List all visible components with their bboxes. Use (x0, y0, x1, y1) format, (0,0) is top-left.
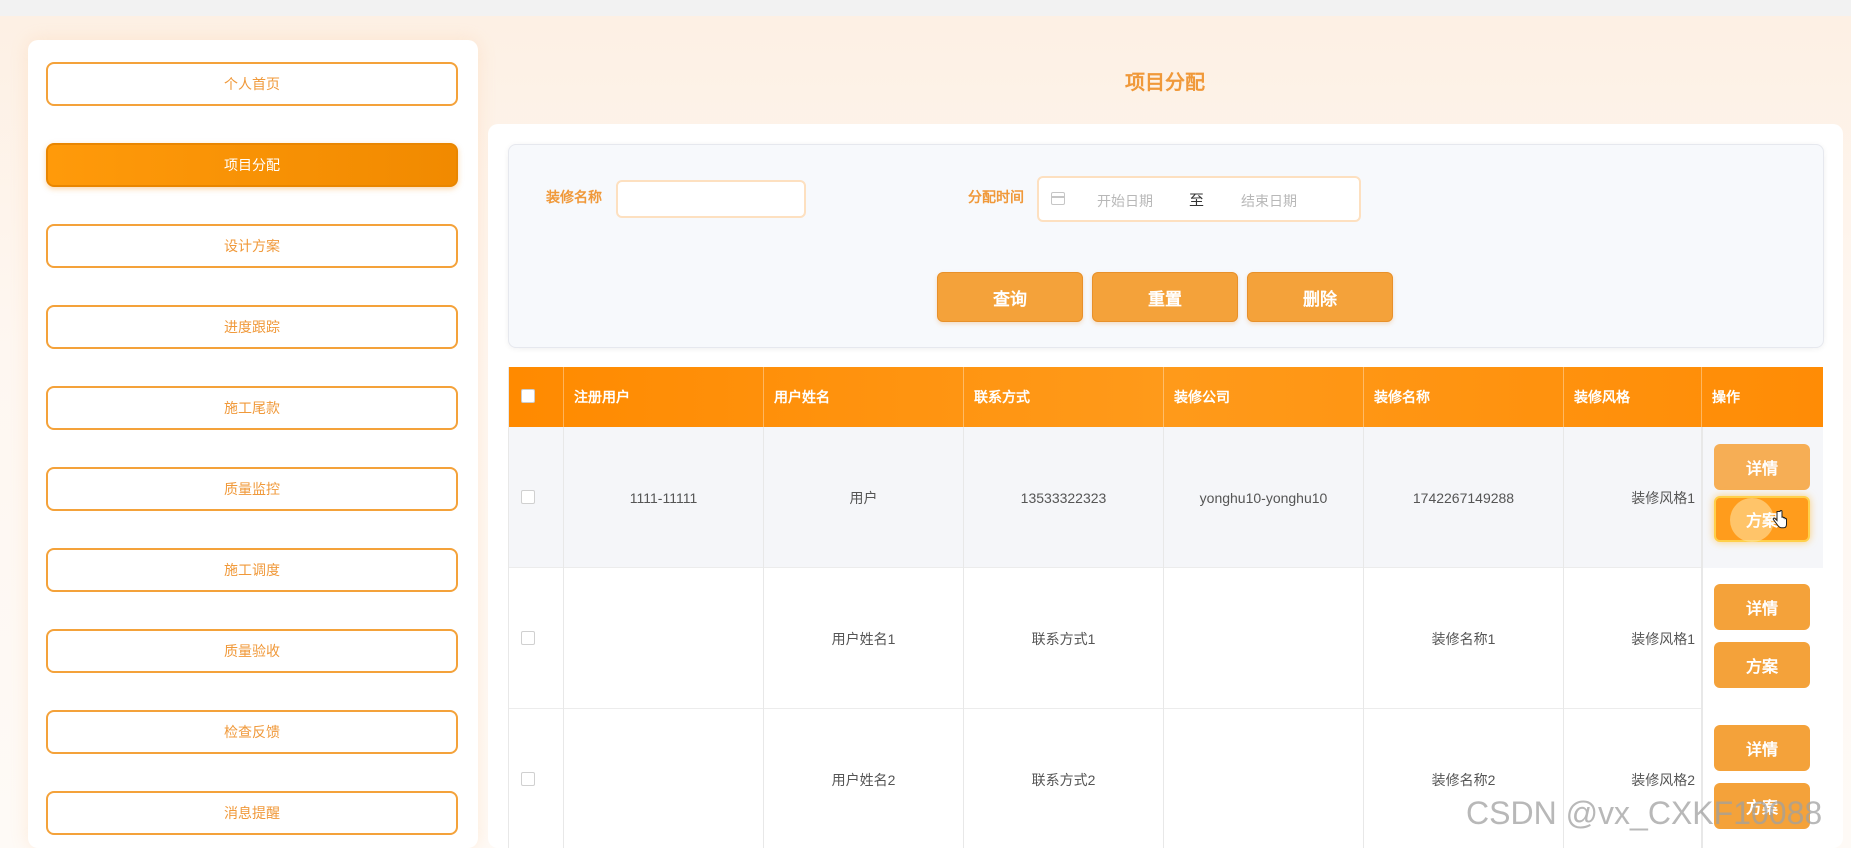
detail-button[interactable]: 详情 (1714, 444, 1810, 490)
plan-button[interactable]: 方案 (1714, 642, 1810, 688)
row-checkbox[interactable] (521, 631, 535, 645)
calendar-icon (1051, 192, 1065, 205)
cell-project: 1742267149288 (1364, 427, 1564, 568)
plan-button[interactable]: 方案 (1714, 496, 1810, 542)
cell-contact: 联系方式1 (964, 568, 1164, 709)
name-label: 装修名称 (546, 189, 602, 205)
select-cell (509, 709, 564, 848)
cell-user: 1111-11111 (564, 427, 764, 568)
cell-actions: 详情 方案 (1702, 427, 1823, 568)
table-header: 注册用户 用户姓名 联系方式 装修公司 装修名称 装修风格 操作 (509, 367, 1823, 427)
time-label: 分配时间 (968, 189, 1024, 205)
data-table: 注册用户 用户姓名 联系方式 装修公司 装修名称 装修风格 操作 1111-11… (508, 367, 1823, 848)
delete-button[interactable]: 删除 (1247, 272, 1393, 322)
cell-contact: 13533322323 (964, 427, 1164, 568)
end-date-input[interactable]: 结束日期 (1241, 191, 1297, 211)
cell-name: 用户姓名2 (764, 709, 964, 848)
sidebar-item-message-reminder[interactable]: 消息提醒 (46, 791, 458, 835)
cell-user (564, 709, 764, 848)
cell-company (1164, 568, 1364, 709)
column-header: 装修风格 (1564, 367, 1702, 427)
cell-style: 装修风格1 (1564, 568, 1702, 709)
column-header: 操作 (1712, 389, 1740, 405)
browser-top-strip (0, 0, 1851, 16)
select-all-checkbox[interactable] (521, 389, 535, 403)
query-button[interactable]: 查询 (937, 272, 1083, 322)
cell-user (564, 568, 764, 709)
cell-actions: 详情 方案 (1702, 568, 1823, 709)
sidebar-item-project-assignment[interactable]: 项目分配 (46, 143, 458, 187)
column-header: 注册用户 (564, 367, 764, 427)
cell-contact: 联系方式2 (964, 709, 1164, 848)
column-header: 装修公司 (1164, 367, 1364, 427)
detail-button[interactable]: 详情 (1714, 725, 1810, 771)
cell-name: 用户姓名1 (764, 568, 964, 709)
sidebar-item-progress-tracking[interactable]: 进度跟踪 (46, 305, 458, 349)
row-checkbox[interactable] (521, 772, 535, 786)
sidebar-item-design-plan[interactable]: 设计方案 (46, 224, 458, 268)
start-date-input[interactable]: 开始日期 (1097, 191, 1153, 211)
detail-button[interactable]: 详情 (1714, 584, 1810, 630)
table-row: 1111-11111 用户 13533322323 yonghu10-yongh… (509, 427, 1823, 568)
header-select-cell (509, 367, 564, 427)
sidebar: 个人首页 项目分配 设计方案 进度跟踪 施工尾款 质量监控 施工调度 质量验收 … (28, 40, 478, 848)
sidebar-item-inspection-feedback[interactable]: 检查反馈 (46, 710, 458, 754)
sidebar-item-quality-acceptance[interactable]: 质量验收 (46, 629, 458, 673)
hand-cursor-icon (1772, 510, 1787, 529)
sidebar-item-construction-scheduling[interactable]: 施工调度 (46, 548, 458, 592)
select-cell (509, 568, 564, 709)
cell-company: yonghu10-yonghu10 (1164, 427, 1364, 568)
page-title: 项目分配 (1125, 72, 1205, 94)
cell-style: 装修风格1 (1564, 427, 1702, 568)
sidebar-item-quality-monitoring[interactable]: 质量监控 (46, 467, 458, 511)
cell-project: 装修名称1 (1364, 568, 1564, 709)
date-separator: 至 (1189, 192, 1205, 209)
column-header: 装修名称 (1364, 367, 1564, 427)
cell-name: 用户 (764, 427, 964, 568)
watermark-text: CSDN @vx_CXKF10088 (1466, 795, 1823, 831)
column-header: 用户姓名 (764, 367, 964, 427)
sidebar-item-home[interactable]: 个人首页 (46, 62, 458, 106)
decoration-name-input[interactable] (616, 180, 806, 218)
row-checkbox[interactable] (521, 490, 535, 504)
reset-button[interactable]: 重置 (1092, 272, 1238, 322)
select-cell (509, 427, 564, 568)
date-range-picker[interactable]: 开始日期 至 结束日期 (1037, 176, 1361, 222)
cell-company (1164, 709, 1364, 848)
sidebar-item-final-payment[interactable]: 施工尾款 (46, 386, 458, 430)
column-header: 联系方式 (964, 367, 1164, 427)
table-row: 用户姓名1 联系方式1 装修名称1 装修风格1 详情 方案 (509, 568, 1823, 709)
